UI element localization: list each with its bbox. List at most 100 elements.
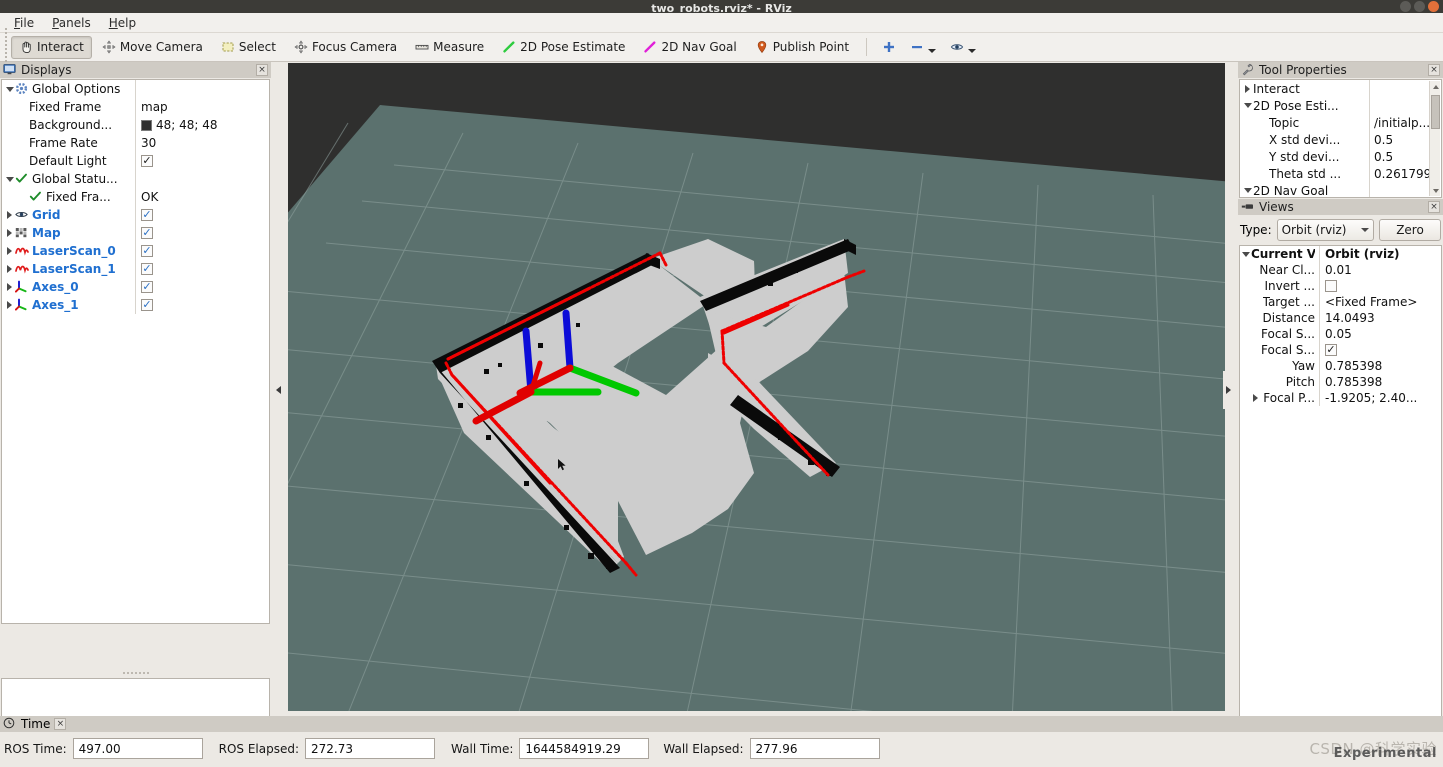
display-row[interactable]: Global Options: [2, 80, 269, 98]
ros-elapsed-input[interactable]: 272.73: [305, 738, 436, 759]
display-row-value-cell[interactable]: [136, 242, 269, 260]
tool-2d-nav-goal[interactable]: 2D Nav Goal: [635, 36, 744, 59]
displays-close-button[interactable]: ×: [256, 64, 268, 76]
tool-property-row[interactable]: 2D Nav Goal: [1240, 182, 1429, 197]
view-property-row[interactable]: Near Cl... 0.01: [1240, 262, 1441, 278]
display-row[interactable]: Frame Rate 30: [2, 134, 269, 152]
tool-property-value[interactable]: /initialp...: [1370, 114, 1429, 131]
view-type-select[interactable]: Orbit (rviz): [1276, 219, 1374, 241]
displays-tree[interactable]: Global Options Fixed Frame map Background..…: [1, 79, 270, 624]
menu-file[interactable]: File: [6, 14, 42, 32]
right-dock-collapse-button[interactable]: [1223, 371, 1233, 409]
view-property-row[interactable]: Invert ...: [1240, 278, 1441, 294]
display-enable-checkbox[interactable]: [141, 281, 153, 293]
view-property-value-cell[interactable]: 0.785398: [1320, 374, 1441, 390]
view-property-value-cell[interactable]: [1320, 278, 1441, 294]
display-enable-checkbox[interactable]: [141, 209, 153, 221]
display-row[interactable]: Fixed Fra... OK: [2, 188, 269, 206]
expand-arrow-closed-icon[interactable]: [4, 229, 15, 237]
display-row-value-cell[interactable]: [136, 278, 269, 296]
view-property-row[interactable]: Focal S... 0.05: [1240, 326, 1441, 342]
view-property-value-cell[interactable]: <Fixed Frame>: [1320, 294, 1441, 310]
tool-property-row[interactable]: Theta std ... 0.261799: [1240, 165, 1429, 182]
view-property-row[interactable]: Focal P... -1.9205; 2.40...: [1240, 390, 1441, 406]
display-enable-checkbox[interactable]: [141, 299, 153, 311]
view-property-row[interactable]: Distance 14.0493: [1240, 310, 1441, 326]
displays-splitter[interactable]: [1, 669, 270, 676]
tool-property-value[interactable]: 0.5: [1370, 131, 1429, 148]
chevron-down-icon[interactable]: [968, 48, 977, 53]
view-property-value-cell[interactable]: 0.01: [1320, 262, 1441, 278]
view-property-value-cell[interactable]: 0.785398: [1320, 358, 1441, 374]
toolbar-grip[interactable]: [2, 28, 10, 66]
expand-arrow-open-icon[interactable]: [1240, 251, 1251, 257]
display-row[interactable]: Axes_0: [2, 278, 269, 296]
display-row[interactable]: LaserScan_1: [2, 260, 269, 278]
tool-move-camera[interactable]: Move Camera: [94, 36, 211, 59]
view-property-row[interactable]: Current V... Orbit (rviz): [1240, 246, 1441, 262]
menu-help[interactable]: Help: [101, 14, 144, 32]
expand-arrow-open-icon[interactable]: [4, 176, 15, 182]
display-row[interactable]: LaserScan_0: [2, 242, 269, 260]
views-close-button[interactable]: ×: [1428, 201, 1440, 213]
display-row-value-cell[interactable]: [136, 260, 269, 278]
maximize-icon[interactable]: [1414, 1, 1425, 12]
tool-property-row[interactable]: Topic/initialp...: [1240, 114, 1429, 131]
tool-property-row[interactable]: X std devi... 0.5: [1240, 131, 1429, 148]
tool-property-value[interactable]: [1370, 97, 1429, 114]
tool-property-row[interactable]: Interact: [1240, 80, 1429, 97]
expand-arrow-open-icon[interactable]: [1242, 103, 1253, 108]
wall-time-input[interactable]: 1644584919.29: [519, 738, 650, 759]
expand-arrow-open-icon[interactable]: [1242, 188, 1253, 193]
display-row-value-cell[interactable]: [136, 296, 269, 314]
display-row-value-cell[interactable]: [136, 170, 269, 188]
view-property-value-cell[interactable]: [1320, 342, 1441, 358]
display-row-value-cell[interactable]: OK: [136, 188, 269, 206]
display-enable-checkbox[interactable]: [141, 155, 153, 167]
tool-remove-panel[interactable]: [904, 36, 942, 59]
display-row-value-cell[interactable]: 48; 48; 48: [136, 116, 269, 134]
display-row-value-cell[interactable]: [136, 206, 269, 224]
menu-panels[interactable]: Panels: [44, 14, 99, 32]
view-property-row[interactable]: Target ... <Fixed Frame>: [1240, 294, 1441, 310]
time-panel-close-button[interactable]: ×: [54, 718, 67, 730]
view-property-checkbox[interactable]: [1325, 344, 1337, 356]
display-row[interactable]: Axes_1: [2, 296, 269, 314]
tool-property-value[interactable]: [1370, 182, 1429, 197]
view-property-value-cell[interactable]: 14.0493: [1320, 310, 1441, 326]
expand-arrow-closed-icon[interactable]: [1250, 394, 1261, 402]
tool-property-row[interactable]: 2D Pose Esti...: [1240, 97, 1429, 114]
tool-publish-point[interactable]: Publish Point: [747, 36, 857, 59]
expand-arrow-closed-icon[interactable]: [4, 301, 15, 309]
expand-arrow-closed-icon[interactable]: [4, 211, 15, 219]
tool-select[interactable]: Select: [213, 36, 284, 59]
tool-visibility[interactable]: [944, 36, 982, 59]
display-row[interactable]: Background... 48; 48; 48: [2, 116, 269, 134]
tool-interact[interactable]: Interact: [11, 35, 92, 59]
view-property-row[interactable]: Pitch 0.785398: [1240, 374, 1441, 390]
scroll-up-icon[interactable]: [1430, 81, 1441, 92]
tool-property-value[interactable]: 0.261799: [1370, 165, 1429, 182]
display-row[interactable]: Global Statu...: [2, 170, 269, 188]
tool-add-panel[interactable]: [876, 36, 902, 59]
expand-arrow-closed-icon[interactable]: [4, 247, 15, 255]
wall-elapsed-input[interactable]: 277.96: [749, 738, 880, 759]
scrollbar-thumb[interactable]: [1431, 95, 1440, 129]
expand-arrow-closed-icon[interactable]: [1242, 84, 1253, 93]
tool-property-value[interactable]: 0.5: [1370, 148, 1429, 165]
3d-viewport[interactable]: [288, 63, 1225, 711]
expand-arrow-closed-icon[interactable]: [4, 265, 15, 273]
view-property-value-cell[interactable]: -1.9205; 2.40...: [1320, 390, 1441, 406]
left-dock-collapse-button[interactable]: [273, 371, 283, 409]
tool-property-row[interactable]: Y std devi... 0.5: [1240, 148, 1429, 165]
display-enable-checkbox[interactable]: [141, 263, 153, 275]
display-row-value-cell[interactable]: [136, 224, 269, 242]
display-row[interactable]: Fixed Frame map: [2, 98, 269, 116]
close-icon[interactable]: [1428, 1, 1439, 12]
expand-arrow-open-icon[interactable]: [4, 86, 15, 92]
view-property-value-cell[interactable]: 0.05: [1320, 326, 1441, 342]
zero-view-button[interactable]: Zero: [1379, 219, 1441, 241]
view-property-row[interactable]: Yaw 0.785398: [1240, 358, 1441, 374]
display-row[interactable]: Grid: [2, 206, 269, 224]
expand-arrow-closed-icon[interactable]: [4, 283, 15, 291]
